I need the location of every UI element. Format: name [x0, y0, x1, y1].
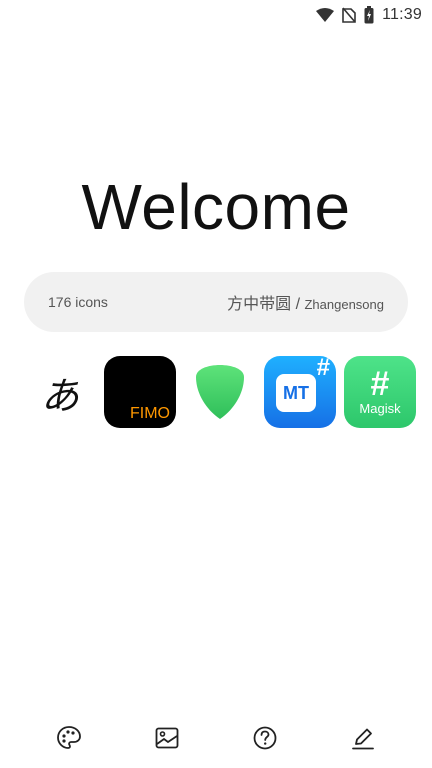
fimo-app-icon[interactable]: FIMO — [104, 356, 176, 428]
mt-label: MT — [283, 382, 309, 403]
hiragana-glyph: あ — [40, 373, 79, 418]
no-sim-icon — [342, 7, 356, 23]
hiragana-a-icon[interactable]: あ — [24, 356, 96, 428]
palette-button[interactable] — [49, 718, 89, 758]
mt-manager-app-icon[interactable]: MT # — [264, 354, 336, 428]
edit-button[interactable] — [343, 718, 383, 758]
pack-author: Zhangensong — [304, 297, 384, 312]
status-bar: 11:39 — [0, 0, 432, 30]
mt-badge: # — [316, 354, 330, 381]
mt-folder: MT — [276, 374, 316, 412]
page-title: Welcome — [81, 171, 351, 243]
fimo-icon-bg: FIMO — [104, 356, 176, 428]
pack-name: 方中带圆 — [227, 296, 292, 313]
wifi-icon — [316, 8, 335, 22]
magisk-label: Magisk — [359, 400, 401, 416]
icon-pack-info: 176 icons 方中带圆 / Zhangensong — [24, 272, 408, 332]
pack-credits: 方中带圆 / Zhangensong — [227, 290, 384, 314]
help-icon — [253, 726, 277, 750]
icon-preview-row: あ FIMO MT # # Magisk — [24, 354, 416, 428]
shield-app-icon[interactable] — [184, 356, 256, 428]
image-icon — [155, 727, 179, 749]
mt-icon-bg: MT # — [264, 354, 336, 428]
shield-icon — [196, 365, 244, 419]
status-time: 11:39 — [382, 6, 422, 23]
edit-icon — [352, 728, 374, 750]
bottom-toolbar — [0, 718, 432, 758]
credits-separator: / — [291, 296, 305, 313]
help-button[interactable] — [245, 718, 285, 758]
magisk-hash: # — [370, 364, 390, 403]
palette-icon — [57, 726, 81, 749]
battery-charging-icon — [364, 6, 374, 24]
image-button[interactable] — [147, 718, 187, 758]
icon-count: 176 icons — [48, 294, 108, 310]
magisk-app-icon[interactable]: # Magisk — [344, 356, 416, 428]
magisk-icon-bg: # Magisk — [344, 356, 416, 428]
fimo-label: FIMO — [130, 405, 170, 422]
